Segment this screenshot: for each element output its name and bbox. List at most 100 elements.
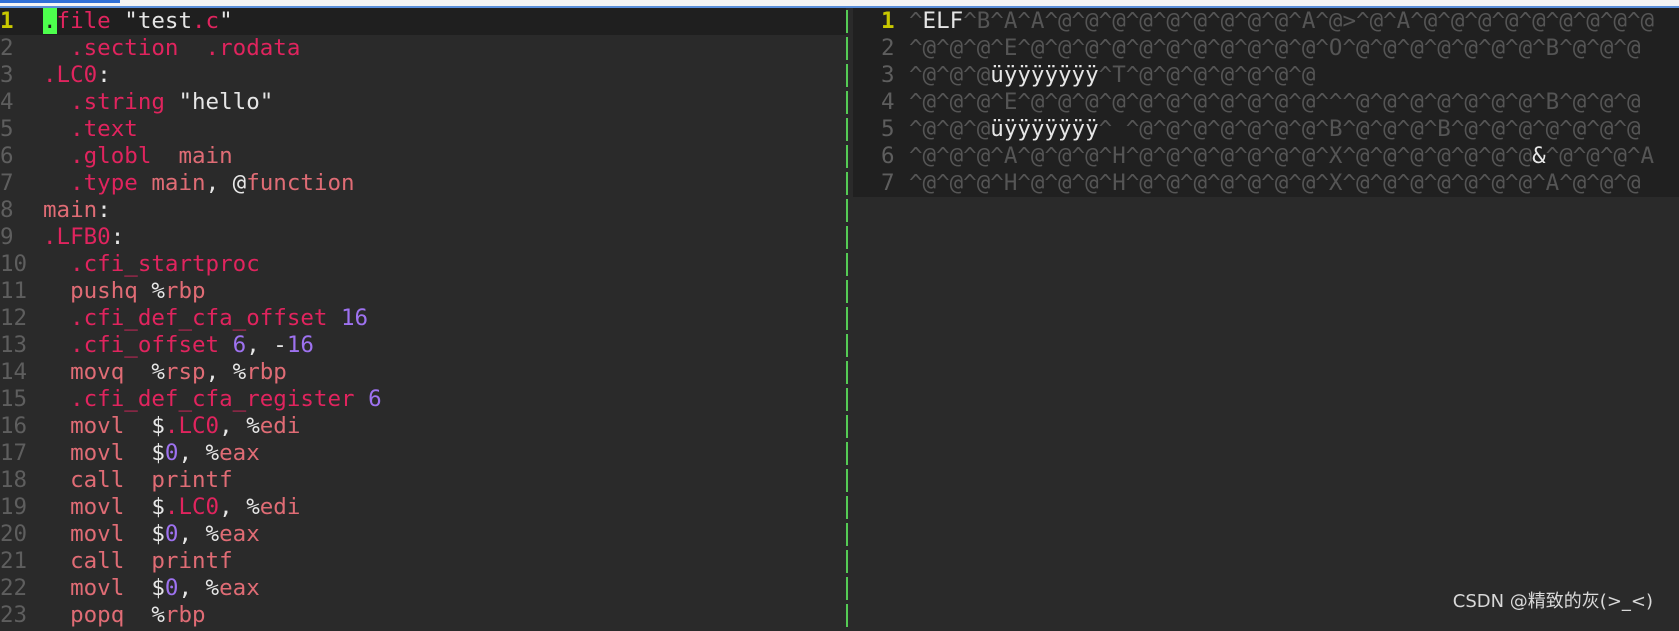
left-code-line[interactable]: 13 .cfi_offset 6, -16: [0, 332, 846, 359]
right-code-line[interactable]: 4 ^@^@^@^E^@^@^@^@^@^@^@^@^@^@^@^^^@^@^@^…: [853, 89, 1679, 116]
line-content[interactable]: ^@^@^@üÿÿÿÿÿÿÿ^T^@^@^@^@^@^@^@: [909, 62, 1315, 89]
separator-bar: [846, 280, 848, 303]
code-token: 6: [232, 332, 247, 358]
line-number: 6: [881, 143, 895, 169]
line-content[interactable]: movl $0, %eax: [43, 521, 260, 548]
line-content[interactable]: .cfi_offset 6, -16: [43, 332, 314, 359]
separator-bar: [846, 253, 848, 276]
code-token: main: [178, 143, 233, 169]
line-content[interactable]: call printf: [43, 548, 233, 575]
line-content[interactable]: .string "hello": [43, 89, 273, 116]
right-editor-pane[interactable]: 1 ^ELF^B^A^A^@^@^@^@^@^@^@^@^@^A^@>^@^A^@…: [853, 8, 1679, 631]
watermark: CSDN @精致的灰(>_<): [1452, 591, 1653, 612]
right-code-line[interactable]: 3 ^@^@^@üÿÿÿÿÿÿÿ^T^@^@^@^@^@^@^@: [853, 62, 1679, 89]
code-token: ^@^@^@^H^@^@^@^H^@^@^@^@^@^@^@^X^@^@^@^@…: [909, 170, 1641, 196]
left-code-line[interactable]: 12 .cfi_def_cfa_offset 16: [0, 305, 846, 332]
line-content[interactable]: .section .rodata: [43, 35, 300, 62]
code-token: call printf: [43, 467, 233, 493]
code-token: :: [97, 197, 111, 223]
code-token: .cfi_offset: [43, 332, 233, 358]
line-number: 18: [0, 467, 28, 493]
line-content[interactable]: movq %rsp, %rbp: [43, 359, 287, 386]
left-code-line[interactable]: 20 movl $0, %eax: [0, 521, 846, 548]
left-code-line[interactable]: 14 movq %rsp, %rbp: [0, 359, 846, 386]
right-code-line[interactable]: 1 ^ELF^B^A^A^@^@^@^@^@^@^@^@^@^A^@>^@^A^@…: [853, 8, 1679, 35]
left-code-line[interactable]: 7 .type main, @function: [0, 170, 846, 197]
left-code-line[interactable]: 19 movl $.LC0, %edi: [0, 494, 846, 521]
code-token: üÿÿÿÿÿÿÿ: [990, 116, 1099, 142]
line-content[interactable]: call printf: [43, 467, 233, 494]
line-content[interactable]: ^ELF^B^A^A^@^@^@^@^@^@^@^@^@^A^@>^@^A^@^…: [909, 8, 1654, 35]
line-number: 10: [0, 251, 28, 277]
left-code-line[interactable]: 15 .cfi_def_cfa_register 6: [0, 386, 846, 413]
line-content[interactable]: movl $0, %eax: [43, 575, 260, 602]
code-token: .LC0: [164, 413, 220, 439]
right-code-line[interactable]: 5 ^@^@^@üÿÿÿÿÿÿÿ^ ^@^@^@^@^@^@^@^B^@^@^@^…: [853, 116, 1679, 143]
left-code-line[interactable]: 10 .cfi_startproc: [0, 251, 846, 278]
left-code-line[interactable]: 2 .section .rodata: [0, 35, 846, 62]
code-token: popq: [43, 602, 152, 628]
line-content[interactable]: ^@^@^@^E^@^@^@^@^@^@^@^@^@^@^@^^^@^@^@^@…: [909, 89, 1641, 116]
code-token: $: [151, 575, 165, 601]
code-token: %: [151, 278, 165, 304]
separator-bar: [846, 64, 848, 87]
line-content[interactable]: .LFB0:: [43, 224, 124, 251]
line-content[interactable]: .file "test.c": [43, 8, 233, 35]
separator-segment: [846, 305, 853, 332]
right-code-line[interactable]: 2 ^@^@^@^E^@^@^@^@^@^@^@^@^@^@^@^O^@^@^@^…: [853, 35, 1679, 62]
left-code-line[interactable]: 8 main:: [0, 197, 846, 224]
line-content[interactable]: .text: [43, 116, 138, 143]
line-content[interactable]: movl $.LC0, %edi: [43, 494, 300, 521]
right-code-line[interactable]: 6 ^@^@^@^A^@^@^@^H^@^@^@^@^@^@^@^X^@^@^@^…: [853, 143, 1679, 170]
code-token: , %: [205, 359, 247, 385]
line-content[interactable]: .cfi_def_cfa_offset 16: [43, 305, 368, 332]
left-code-line[interactable]: 11 pushq %rbp: [0, 278, 846, 305]
active-tab-indicator: [0, 0, 120, 3]
left-code-line[interactable]: 9 .LFB0:: [0, 224, 846, 251]
code-token: , %: [178, 575, 220, 601]
right-code-line[interactable]: 7 ^@^@^@^H^@^@^@^H^@^@^@^@^@^@^@^X^@^@^@^…: [853, 170, 1679, 197]
line-content[interactable]: movl $0, %eax: [43, 440, 260, 467]
separator-segment: [846, 548, 853, 575]
line-content[interactable]: .type main, @function: [43, 170, 355, 197]
left-code-line[interactable]: 1 .file "test.c": [0, 8, 846, 35]
code-token: .string: [43, 89, 179, 115]
code-token: ^T^@^@^@^@^@^@^@: [1098, 62, 1316, 88]
code-token: ^@^@^@^A^@^@^@^H^@^@^@^@^@^@^@^X^@^@^@^@…: [909, 143, 1533, 169]
separator-bar: [846, 307, 848, 330]
left-code-line[interactable]: 4 .string "hello": [0, 89, 846, 116]
line-content[interactable]: .globl main: [43, 143, 233, 170]
line-content[interactable]: ^@^@^@^A^@^@^@^H^@^@^@^@^@^@^@^X^@^@^@^@…: [909, 143, 1654, 170]
code-token: movl: [43, 440, 152, 466]
left-code-line[interactable]: 22 movl $0, %eax: [0, 575, 846, 602]
left-code-line[interactable]: 18 call printf: [0, 467, 846, 494]
left-code-line[interactable]: 23 popq %rbp: [0, 602, 846, 629]
line-content[interactable]: movl $.LC0, %edi: [43, 413, 300, 440]
line-content[interactable]: .cfi_def_cfa_register 6: [43, 386, 382, 413]
vertical-split-separator[interactable]: [846, 8, 853, 631]
line-content[interactable]: .cfi_startproc: [43, 251, 260, 278]
left-code-line[interactable]: 17 movl $0, %eax: [0, 440, 846, 467]
left-code-line[interactable]: 6 .globl main: [0, 143, 846, 170]
line-number: 11: [0, 278, 28, 304]
separator-bar: [846, 91, 848, 114]
left-editor-pane[interactable]: 1 .file "test.c" 2 .section .rodata 3 .LC0: 4…: [0, 8, 846, 631]
separator-segment: [846, 359, 853, 386]
line-content[interactable]: .LC0:: [43, 62, 111, 89]
code-token: $: [151, 494, 165, 520]
separator-segment: [846, 62, 853, 89]
line-content[interactable]: pushq %rbp: [43, 278, 205, 305]
line-content[interactable]: main:: [43, 197, 111, 224]
left-code-line[interactable]: 16 movl $.LC0, %edi: [0, 413, 846, 440]
line-number: 12: [0, 305, 28, 331]
left-code-line[interactable]: 21 call printf: [0, 548, 846, 575]
line-content[interactable]: ^@^@^@^E^@^@^@^@^@^@^@^@^@^@^@^O^@^@^@^@…: [909, 35, 1641, 62]
line-content[interactable]: popq %rbp: [43, 602, 205, 629]
line-content[interactable]: ^@^@^@^H^@^@^@^H^@^@^@^@^@^@^@^X^@^@^@^@…: [909, 170, 1641, 197]
code-token: movl: [43, 575, 152, 601]
left-code-line[interactable]: 3 .LC0:: [0, 62, 846, 89]
code-token: , %: [219, 413, 260, 439]
separator-bar: [846, 37, 848, 60]
left-code-line[interactable]: 5 .text: [0, 116, 846, 143]
line-content[interactable]: ^@^@^@üÿÿÿÿÿÿÿ^ ^@^@^@^@^@^@^@^B^@^@^@^B…: [909, 116, 1641, 143]
